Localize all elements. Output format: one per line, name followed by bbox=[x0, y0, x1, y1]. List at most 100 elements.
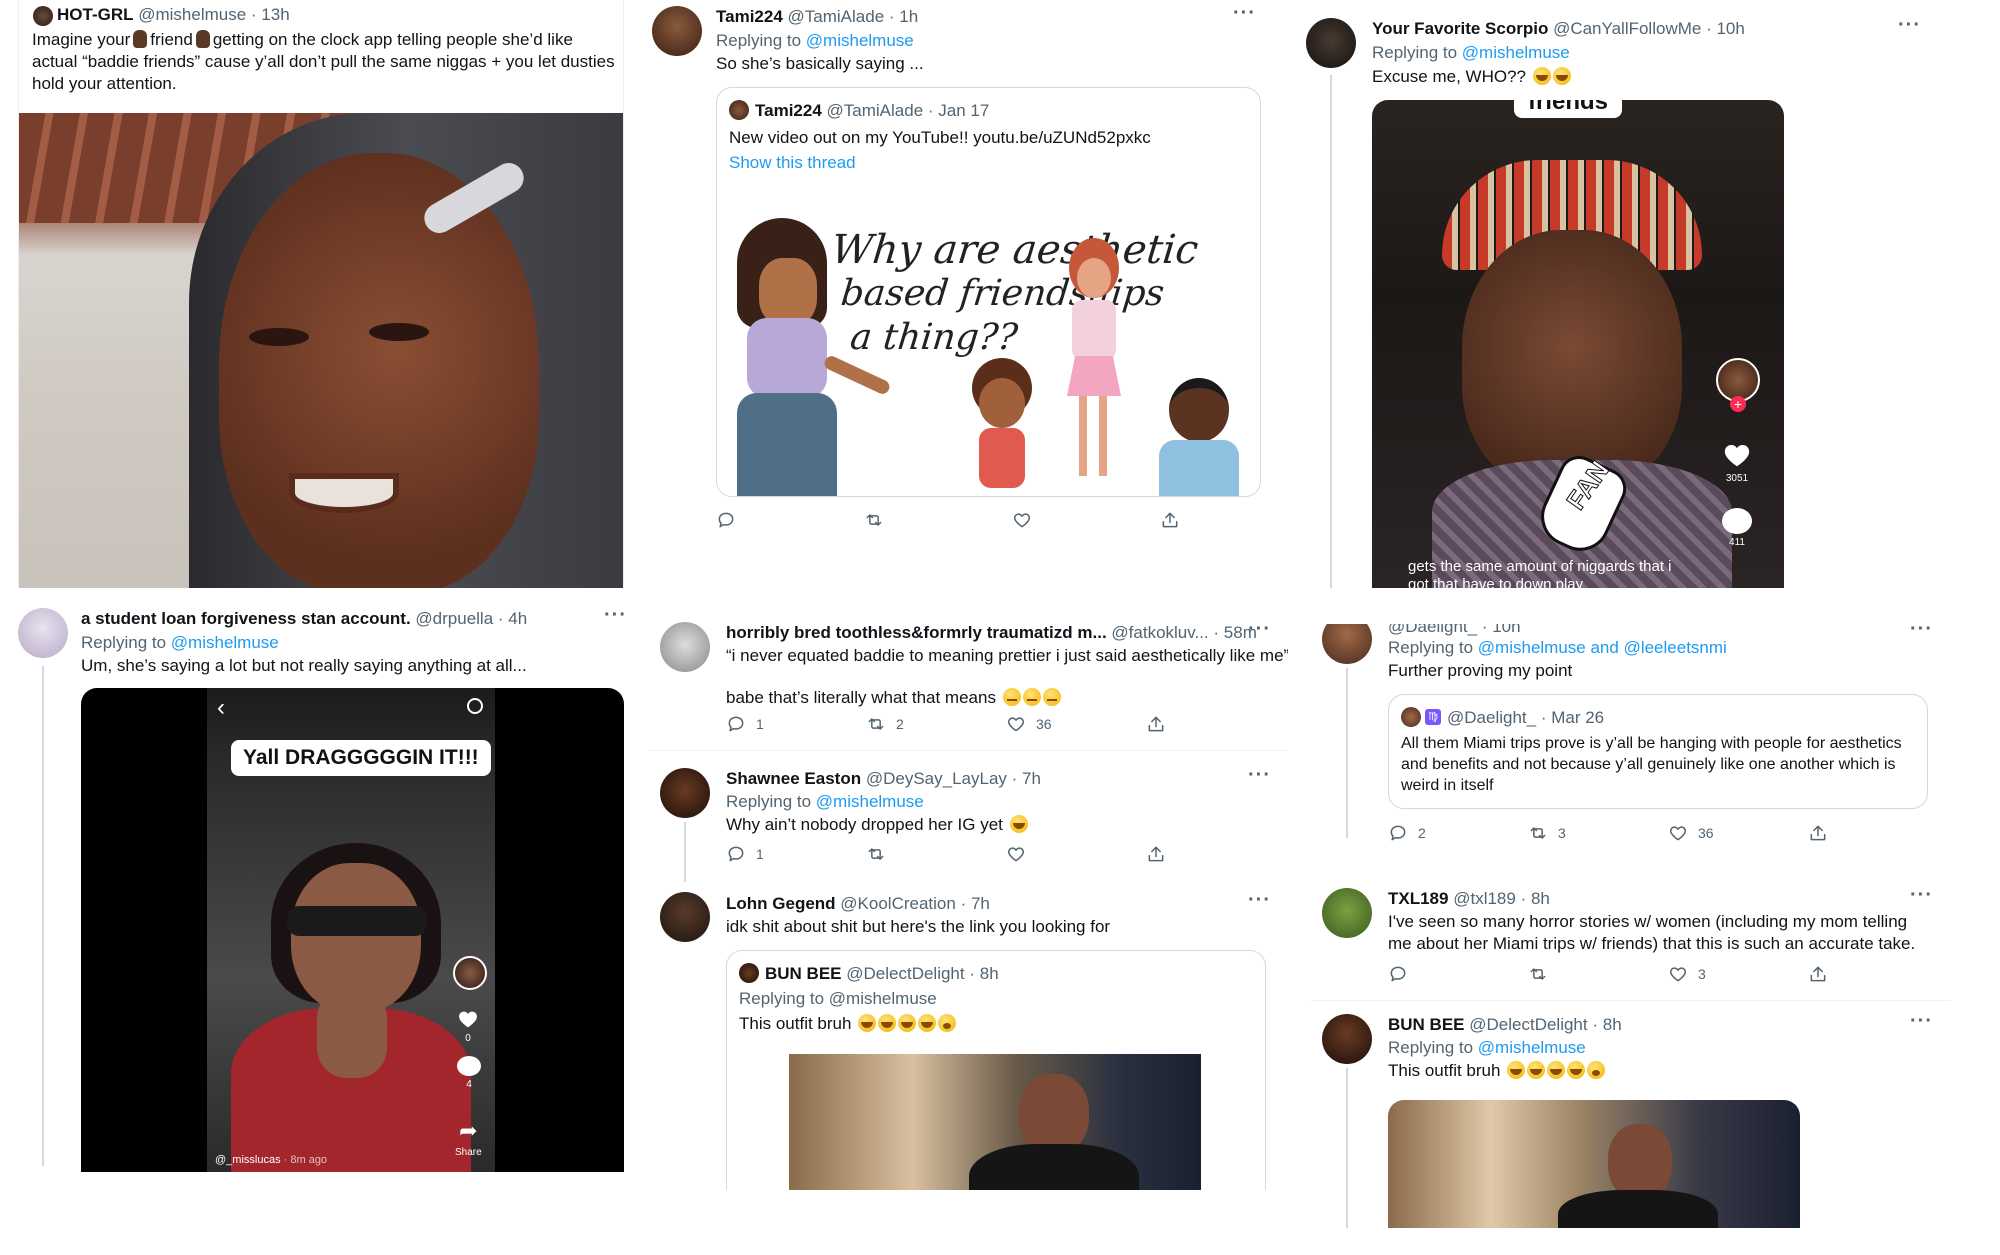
laughing-emoji-icon bbox=[878, 1014, 897, 1032]
timestamp[interactable]: · 8h bbox=[1592, 1015, 1621, 1034]
share-icon bbox=[1160, 510, 1180, 530]
more-icon[interactable]: ··· bbox=[1248, 764, 1271, 787]
quote-tweet[interactable]: Tami224 @TamiAlade · Jan 17 New video ou… bbox=[716, 87, 1261, 497]
more-icon[interactable]: ··· bbox=[1248, 889, 1271, 912]
quote-tweet[interactable]: BUN BEE @DelectDelight · 8h Replying to … bbox=[726, 950, 1266, 1190]
author-handle[interactable]: @Daelight_ bbox=[1388, 624, 1477, 636]
timestamp[interactable]: · 8h bbox=[1521, 889, 1550, 908]
show-thread-link[interactable]: Show this thread bbox=[729, 152, 856, 174]
search-icon[interactable] bbox=[467, 698, 483, 714]
outfit-photo[interactable] bbox=[789, 1054, 1201, 1190]
avatar[interactable] bbox=[1322, 1014, 1372, 1064]
tiktok-like-button[interactable]: 0 bbox=[455, 1008, 481, 1044]
retweet-button[interactable] bbox=[866, 844, 1006, 864]
reply-to-link[interactable]: @mishelmuse bbox=[171, 633, 279, 652]
author-name[interactable]: HOT-GRL bbox=[57, 5, 134, 24]
avatar[interactable] bbox=[652, 6, 702, 56]
author-name[interactable]: BUN BEE bbox=[1388, 1015, 1465, 1034]
reply-button[interactable]: 2 bbox=[1388, 823, 1528, 843]
more-icon[interactable]: ··· bbox=[604, 604, 624, 627]
like-button[interactable] bbox=[1012, 510, 1160, 530]
avatar[interactable] bbox=[1322, 888, 1372, 938]
author-name[interactable]: Shawnee Easton bbox=[726, 769, 861, 788]
avatar[interactable] bbox=[33, 6, 53, 26]
cartoon-illustration[interactable]: Why are aesthetic based friendships a th… bbox=[717, 218, 1260, 496]
back-arrow-icon[interactable]: ‹ bbox=[217, 694, 225, 722]
quote-text: This outfit bruh bbox=[739, 1013, 957, 1035]
video-selfie[interactable] bbox=[19, 113, 623, 588]
author-handle[interactable]: @txl189 bbox=[1453, 889, 1516, 908]
author-name[interactable]: Your Favorite Scorpio bbox=[1372, 19, 1548, 38]
retweet-button[interactable] bbox=[1528, 964, 1668, 984]
avatar[interactable] bbox=[18, 608, 68, 658]
share-button[interactable] bbox=[1146, 714, 1176, 734]
retweet-button[interactable]: 3 bbox=[1528, 823, 1668, 843]
avatar[interactable] bbox=[660, 892, 710, 942]
follow-plus-icon[interactable]: + bbox=[1730, 396, 1746, 412]
timestamp[interactable]: · 10h bbox=[1482, 624, 1521, 636]
timestamp[interactable]: · 1h bbox=[889, 7, 918, 26]
author-handle[interactable]: @CanYallFollowMe bbox=[1553, 19, 1701, 38]
replying-label: Replying to bbox=[1388, 638, 1474, 657]
like-button[interactable]: 3 bbox=[1668, 964, 1808, 984]
timestamp[interactable]: · 7h bbox=[961, 894, 990, 913]
timestamp[interactable]: · 13h bbox=[251, 5, 290, 24]
author-handle[interactable]: @drpuella bbox=[415, 609, 493, 628]
share-button[interactable] bbox=[1808, 964, 1838, 984]
share-button[interactable] bbox=[1160, 510, 1200, 530]
more-icon[interactable]: ··· bbox=[1898, 14, 1921, 37]
reply-to-link[interactable]: @mishelmuse bbox=[806, 31, 914, 50]
reply-button[interactable]: 1 bbox=[726, 844, 866, 864]
more-icon[interactable]: ··· bbox=[1910, 884, 1933, 907]
like-button[interactable] bbox=[1006, 844, 1146, 864]
more-icon[interactable]: ··· bbox=[1233, 2, 1256, 25]
timestamp[interactable]: · 7h bbox=[1012, 769, 1041, 788]
tiktok-share-button[interactable]: ➦ Share bbox=[455, 1118, 482, 1158]
tiktok-like-button[interactable]: 3051 bbox=[1720, 440, 1754, 484]
author-name[interactable]: horribly bred toothless&formrly traumati… bbox=[726, 623, 1107, 642]
eye-left bbox=[249, 328, 309, 346]
more-icon[interactable]: ··· bbox=[1248, 618, 1271, 641]
more-icon[interactable]: ··· bbox=[1910, 624, 1933, 641]
avatar[interactable] bbox=[1306, 18, 1356, 68]
avatar[interactable] bbox=[1322, 624, 1372, 664]
reply-to-link[interactable]: @mishelmuse bbox=[816, 792, 924, 811]
avatar[interactable] bbox=[660, 622, 710, 672]
author-handle[interactable]: @fatkokluv... bbox=[1111, 623, 1208, 642]
reply-button[interactable]: 1 bbox=[726, 714, 866, 734]
reply-button[interactable] bbox=[1388, 964, 1528, 984]
retweet-button[interactable] bbox=[864, 510, 1012, 530]
share-button[interactable] bbox=[1808, 823, 1838, 843]
author-name[interactable]: Lohn Gegend bbox=[726, 894, 836, 913]
timestamp[interactable]: · 4h bbox=[498, 609, 527, 628]
cartoon-skirt bbox=[737, 393, 837, 496]
avatar[interactable] bbox=[660, 768, 710, 818]
author-handle[interactable]: @DeySay_LayLay bbox=[866, 769, 1007, 788]
timestamp[interactable]: · 10h bbox=[1706, 19, 1745, 38]
retweet-button[interactable]: 2 bbox=[866, 714, 1006, 734]
outfit-shape bbox=[1558, 1190, 1718, 1228]
reply-button[interactable] bbox=[716, 510, 864, 530]
more-icon[interactable]: ··· bbox=[1910, 1010, 1933, 1033]
quote-tweet[interactable]: ♍ @Daelight_ · Mar 26 All them Miami tri… bbox=[1388, 694, 1928, 809]
tiktok-video[interactable]: ‹ Yall DRAGGGGGIN IT!!! 0 4 ➦ Share @_mi… bbox=[81, 688, 624, 1172]
author-handle[interactable]: @TamiAlade bbox=[788, 7, 885, 26]
tiktok-comment-button[interactable]: 4 bbox=[457, 1056, 481, 1090]
author-name[interactable]: Tami224 bbox=[716, 7, 783, 26]
author-handle[interactable]: @KoolCreation bbox=[840, 894, 956, 913]
outfit-photo[interactable] bbox=[1388, 1100, 1800, 1228]
author-handle[interactable]: @DelectDelight bbox=[1469, 1015, 1587, 1034]
reply-to-link[interactable]: @mishelmuse bbox=[1478, 1038, 1586, 1057]
like-button[interactable]: 36 bbox=[1668, 823, 1808, 843]
creator-avatar[interactable] bbox=[453, 956, 487, 990]
author-name[interactable]: a student loan forgiveness stan account. bbox=[81, 609, 411, 628]
share-button[interactable] bbox=[1146, 844, 1176, 864]
reply-to-link[interactable]: @mishelmuse bbox=[1462, 43, 1570, 62]
tiktok-video[interactable]: friends FAN + 3051 411 gets the same amo… bbox=[1372, 100, 1784, 588]
reply-to-link[interactable]: @mishelmuse and @leeleetsnmi bbox=[1478, 638, 1727, 657]
like-count: 3051 bbox=[1725, 473, 1749, 484]
author-name[interactable]: TXL189 bbox=[1388, 889, 1448, 908]
author-handle[interactable]: @mishelmuse bbox=[138, 5, 246, 24]
like-button[interactable]: 36 bbox=[1006, 714, 1146, 734]
tiktok-comment-button[interactable]: 411 bbox=[1722, 508, 1752, 548]
